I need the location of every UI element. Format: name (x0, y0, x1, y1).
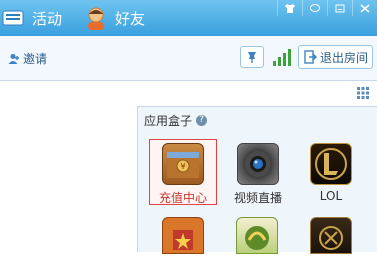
app-lol[interactable]: LOL (298, 140, 364, 204)
camera-icon (237, 143, 279, 185)
shirt-icon[interactable] (277, 0, 302, 16)
pin-button[interactable] (240, 46, 264, 68)
exit-room-label: 退出房间 (320, 50, 369, 65)
nav-friends-label: 好友 (115, 9, 146, 28)
grid-menu-icon[interactable] (357, 87, 369, 99)
minimize-icon[interactable] (327, 0, 352, 16)
nav-friends[interactable]: 好友 (83, 6, 145, 30)
chat-icon[interactable] (302, 0, 327, 16)
exit-door-icon (304, 50, 317, 64)
game-icon-3[interactable] (310, 217, 352, 254)
star-game-icon[interactable] (162, 217, 204, 254)
app-box-header: 应用盒子 ? (144, 111, 208, 129)
invite-button[interactable]: 邀请 (8, 50, 47, 67)
content-area (0, 106, 137, 251)
exit-room-button[interactable]: 退出房间 (298, 45, 374, 69)
sub-bar (0, 81, 377, 106)
wallet-icon: ¥ (162, 143, 204, 185)
pin-icon (248, 52, 256, 63)
activity-icon (0, 7, 26, 29)
svg-text:¥: ¥ (180, 162, 185, 171)
app-lol-label: LOL (319, 189, 343, 203)
room-toolbar: 邀请 退出房间 (0, 36, 377, 81)
app-box-panel: 应用盒子 ? ¥ 充值中心 视频直播 LOL (137, 106, 377, 254)
top-nav-bar: 活动 好友 (0, 0, 377, 36)
invite-user-icon (8, 53, 19, 64)
window-controls (277, 0, 377, 16)
friends-avatar-icon (83, 7, 109, 30)
app-recharge-center[interactable]: ¥ 充值中心 (149, 139, 217, 205)
app-recharge-label: 充值中心 (158, 191, 207, 205)
nav-activity-label: 活动 (32, 9, 63, 28)
app-video-label: 视频直播 (233, 191, 282, 205)
lol-icon (310, 143, 352, 185)
signal-strength-icon (273, 49, 291, 66)
app-video-live[interactable]: 视频直播 (225, 140, 291, 205)
invite-label: 邀请 (23, 52, 48, 66)
nav-activity[interactable]: 活动 (0, 6, 62, 30)
help-icon[interactable]: ? (196, 114, 208, 126)
close-icon[interactable] (352, 0, 377, 16)
app-box-title: 应用盒子 (144, 113, 193, 128)
game-icon-2[interactable] (236, 217, 278, 254)
